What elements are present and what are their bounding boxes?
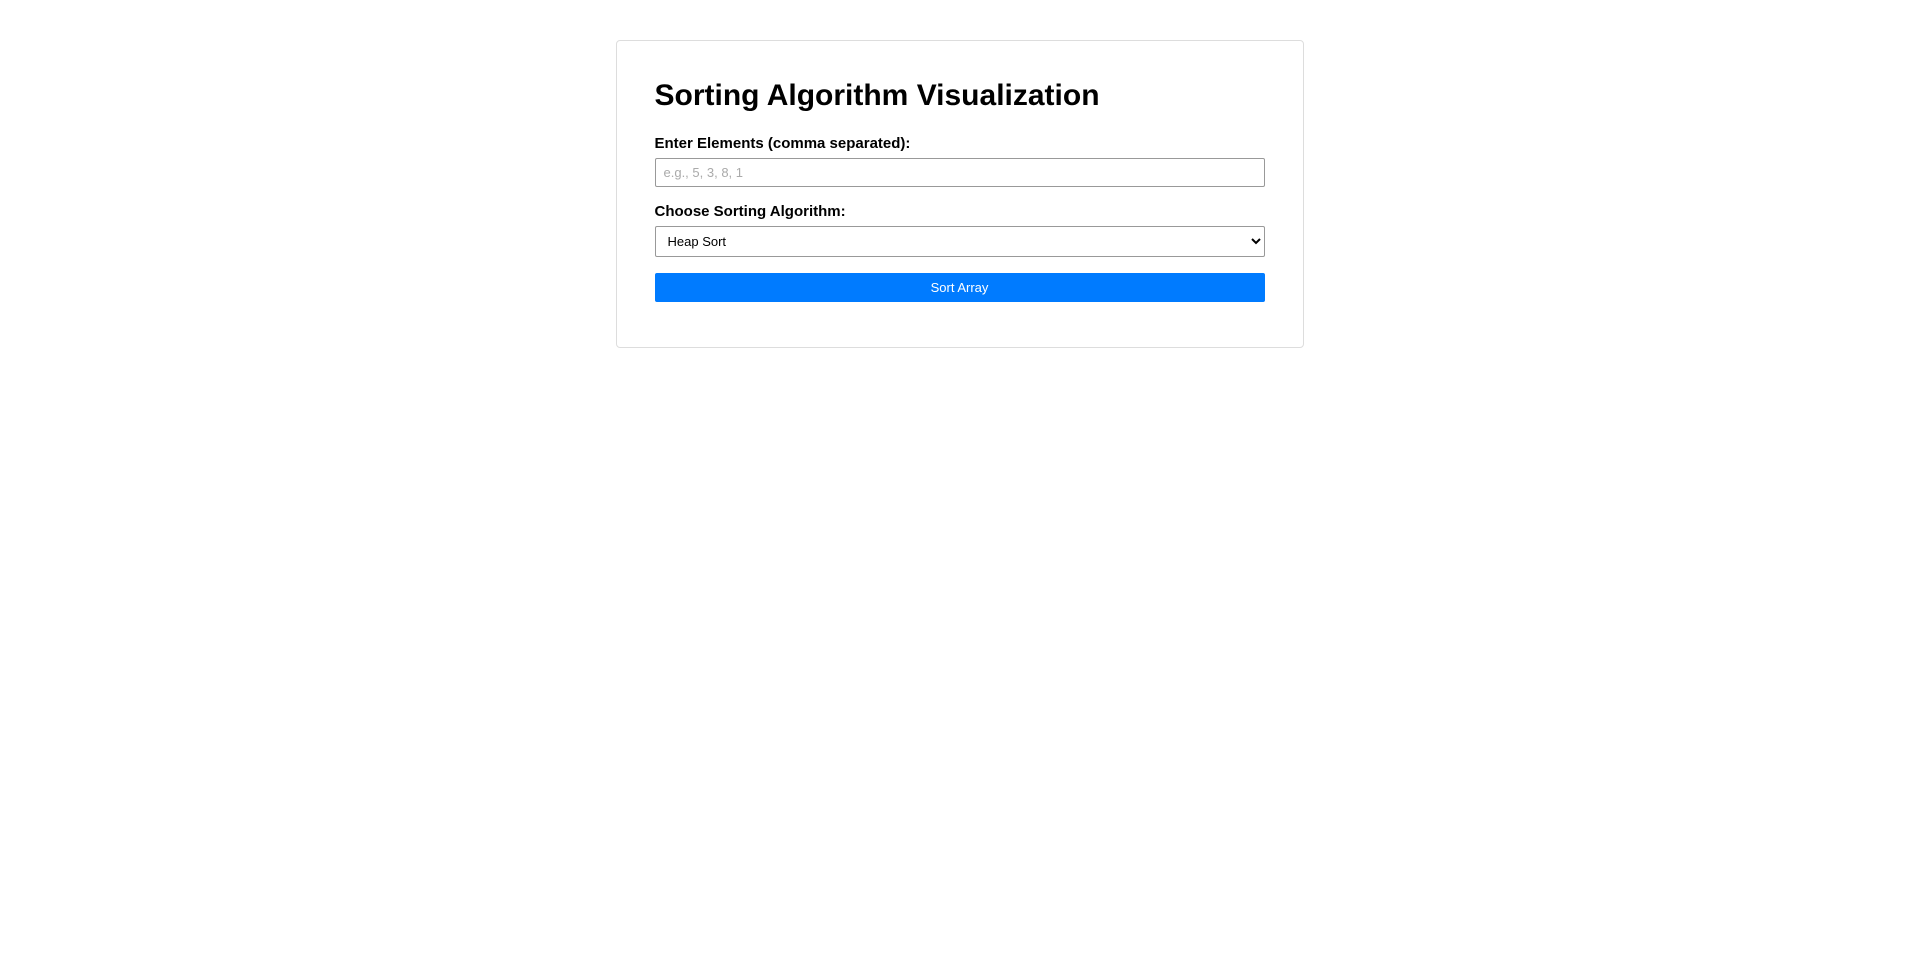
elements-input[interactable]: [655, 158, 1265, 187]
algorithm-select[interactable]: Heap Sort: [655, 226, 1265, 257]
elements-label: Enter Elements (comma separated):: [655, 135, 1265, 152]
page-title: Sorting Algorithm Visualization: [655, 79, 1265, 113]
algorithm-group: Choose Sorting Algorithm: Heap Sort: [655, 203, 1265, 257]
app-container: Sorting Algorithm Visualization Enter El…: [616, 40, 1304, 348]
sort-button[interactable]: Sort Array: [655, 273, 1265, 302]
algorithm-label: Choose Sorting Algorithm:: [655, 203, 1265, 220]
elements-group: Enter Elements (comma separated):: [655, 135, 1265, 187]
